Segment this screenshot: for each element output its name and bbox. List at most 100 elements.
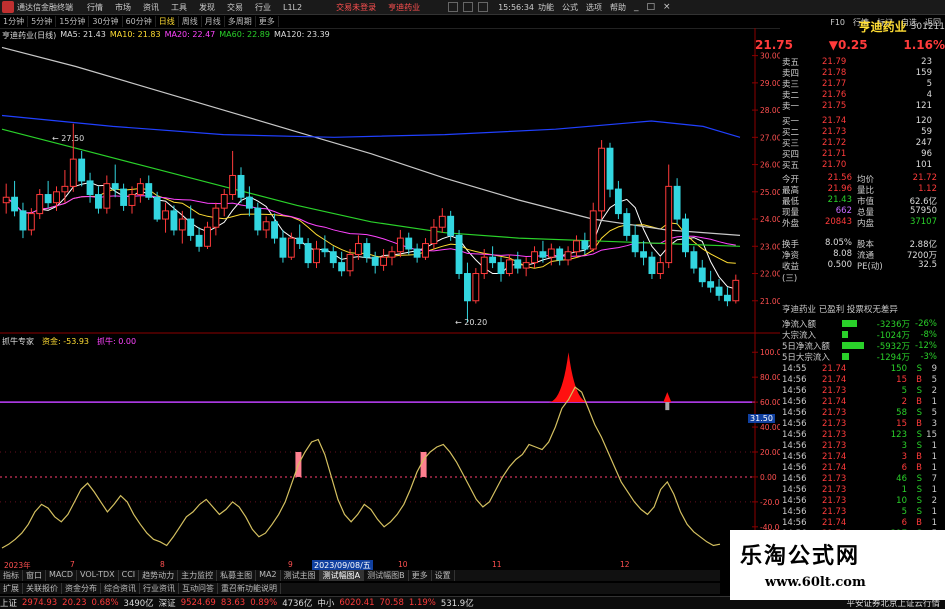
indicator-title[interactable]: 抓牛专家 [2,336,34,347]
tab-new-features[interactable]: 重召新功能说明 [218,583,281,594]
tick-count: 7 [931,474,937,484]
tick-side: S [916,496,922,506]
menu-item-trade[interactable]: 交易 [221,2,249,13]
tick-volume: 15 [896,375,907,385]
tick-volume: 5 [901,507,907,517]
tab-test-main[interactable]: 测试主图 [281,570,320,581]
menu-item-exchange[interactable]: 市场 [109,2,137,13]
tab-info[interactable]: 综合资讯 [101,583,140,594]
tab-extend[interactable]: 扩展 [0,583,23,594]
tick-price: 21.74 [822,364,847,374]
tick-row: 14:56 21.73 58 S 5 [782,408,937,419]
tab-test-a[interactable]: 测试幅图A [319,570,365,581]
kline-chart[interactable]: 30.0029.0028.0027.0026.0025.0024.0023.00… [0,28,780,570]
ask-row: 卖二 21.76 4 [782,89,932,101]
tab-related[interactable]: 关联报价 [23,583,62,594]
stat-key: 流通 [857,251,875,261]
candle-down [120,188,128,206]
tab-indicator[interactable]: 指标 [0,570,23,581]
candle-up [656,262,664,275]
period-30min[interactable]: 30分钟 [89,16,123,27]
minimize-icon[interactable]: _ [630,2,643,12]
candle-down [329,251,337,264]
stat-value: 62.6亿 [909,197,937,207]
tick-price: 21.73 [822,496,847,506]
menu-formula[interactable]: 公式 [558,2,582,13]
tick-row: 14:56 21.74 6 B 1 [782,463,937,474]
menu-item-market[interactable]: 行情 [81,2,109,13]
layout-icon[interactable] [463,2,474,12]
candle-down [640,251,647,258]
tab-private[interactable]: 私募主图 [217,570,257,581]
stat-key: 最低 [782,197,800,207]
period-5min[interactable]: 5分钟 [28,16,57,27]
stat-key: PE(动) [857,262,883,272]
tab-more[interactable]: 更多 [409,570,432,581]
tab-macd[interactable]: MACD [46,570,77,581]
settings-icon[interactable] [478,2,489,12]
stat-value: 57950 [909,206,937,216]
tick-side: B [916,463,922,473]
candle-down [195,234,203,247]
tick-row: 14:56 21.73 46 S 7 [782,474,937,485]
tab-main-monitor[interactable]: 主力监控 [178,570,218,581]
ind-axis-label: 40.00 [760,423,780,432]
menu-item-news[interactable]: 资讯 [137,2,165,13]
menu-function[interactable]: 功能 [534,2,558,13]
candle-down [464,273,471,302]
tab-cci[interactable]: CCI [119,570,140,581]
tick-side: B [916,375,922,385]
period-60min[interactable]: 60分钟 [123,16,156,27]
tab-test-b[interactable]: 测试幅图B [364,570,409,581]
login-status[interactable]: 交易未登录 [336,2,376,13]
bid-volume: 120 [915,115,932,126]
period-more[interactable]: 更多 [256,16,279,27]
tab-industry-info[interactable]: 行业资讯 [140,583,179,594]
candle-up [396,237,404,253]
tick-side: B [916,419,922,429]
menu-item-l1l2[interactable]: L1L2 [277,3,308,12]
tab-ma2[interactable]: MA2 [256,570,281,581]
signal-mark [665,402,670,411]
zx-label[interactable]: 中小 [317,597,334,609]
menu-item-tools[interactable]: 工具 [165,2,193,13]
flow-pct: -26% [915,318,937,329]
bid-row: 买二 21.73 59 [782,126,932,138]
indicator-fund-label: 资金: -53.93 [42,337,90,346]
period-15min[interactable]: 15分钟 [56,16,90,27]
candle-down [447,215,455,236]
stat-value: 21.72 [912,173,937,183]
period-1min[interactable]: 1分钟 [0,16,29,27]
bid-row: 买四 21.71 96 [782,148,932,160]
tick-count: 9 [931,364,937,374]
flow-bar [842,331,848,338]
maximize-icon[interactable]: □ [643,2,660,12]
tab-vol[interactable]: VOL-TDX [77,570,119,581]
tick-volume: 6 [901,518,907,528]
menu-item-industry[interactable]: 行业 [249,2,277,13]
menu-help[interactable]: 帮助 [606,2,630,13]
tab-qa[interactable]: 互动问答 [179,583,218,594]
flow-row: 大宗流入 -1024万 -8% [782,329,937,341]
candle-up [422,243,429,258]
tab-window[interactable]: 窗口 [23,570,46,581]
tab-settings[interactable]: 设置 [432,570,455,581]
date-label-jul: 7 [70,560,75,569]
ask-row: 卖五 21.79 23 [782,56,932,68]
sh-label[interactable]: 上证 [0,597,17,609]
tab-fund-dist[interactable]: 资金分布 [62,583,101,594]
period-daily[interactable]: 日线 [156,16,179,27]
tab-trend[interactable]: 趋势动力 [139,570,179,581]
tick-row: 14:56 21.73 123 S 15 [782,430,937,441]
sz-label[interactable]: 深证 [159,597,176,609]
period-multi[interactable]: 多周期 [225,16,256,27]
menu-item-discover[interactable]: 发现 [193,2,221,13]
period-toolbar: 1分钟 5分钟 15分钟 30分钟 60分钟 日线 周线 月线 多周期 更多 [0,15,780,29]
tick-price: 21.74 [822,452,847,462]
period-weekly[interactable]: 周线 [179,16,202,27]
window-icon[interactable] [448,2,459,12]
period-monthly[interactable]: 月线 [202,16,225,27]
close-icon[interactable]: × [659,2,675,12]
bid-price: 21.70 [822,159,847,170]
menu-options[interactable]: 选项 [582,2,606,13]
